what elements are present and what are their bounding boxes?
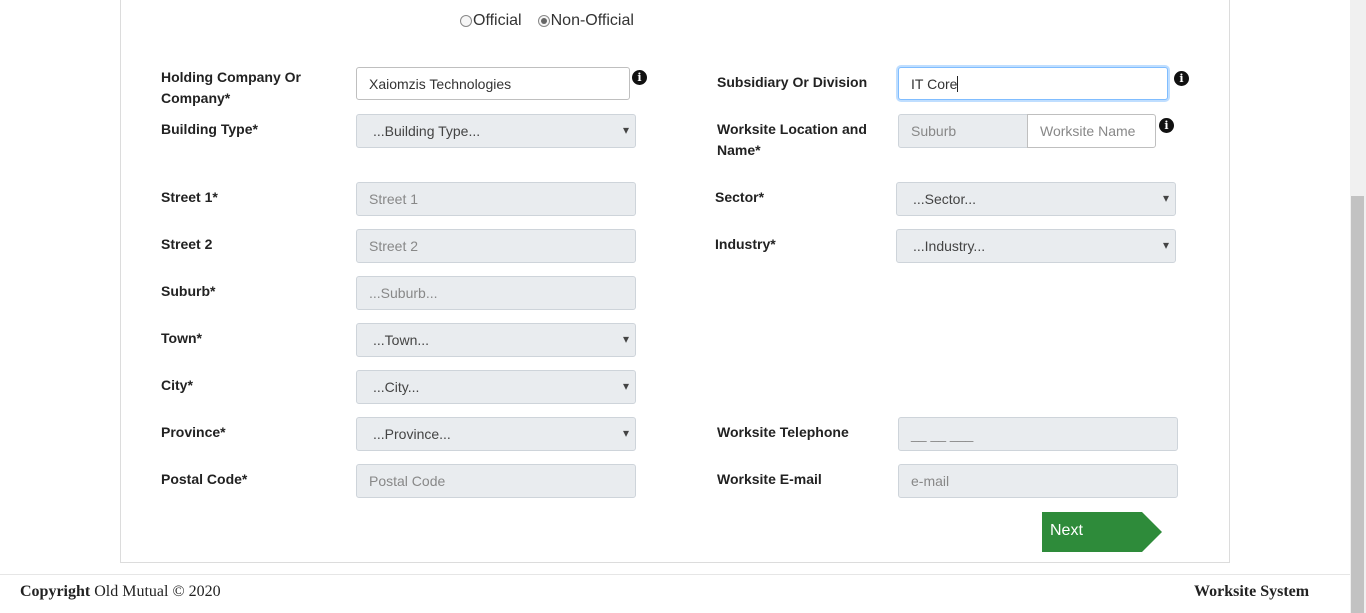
radio-unchecked-icon xyxy=(460,15,472,27)
sector-select[interactable]: ...Sector... xyxy=(896,182,1176,216)
industry-label: Industry* xyxy=(715,236,776,252)
worksite-location-label-line2: Name* xyxy=(717,142,761,158)
industry-select[interactable]: ...Industry... xyxy=(896,229,1176,263)
suburb-input[interactable]: ...Suburb... xyxy=(356,276,636,310)
official-type-radio-group: Official Non-Official xyxy=(460,12,650,30)
street1-label: Street 1* xyxy=(161,189,218,205)
radio-checked-icon xyxy=(537,15,550,27)
city-select[interactable]: ...City... xyxy=(356,370,636,404)
worksite-email-input[interactable]: e-mail xyxy=(898,464,1178,498)
footer-system-name: Worksite System xyxy=(1194,583,1310,600)
city-value: ...City... xyxy=(373,379,420,395)
street2-placeholder: Street 2 xyxy=(369,238,419,254)
footer: Copyright Old Mutual © 2020 Worksite Sys… xyxy=(0,574,1350,613)
province-select[interactable]: ...Province... xyxy=(356,417,636,451)
official-radio[interactable]: Official xyxy=(460,12,522,30)
footer-copyright: Copyright Old Mutual © 2020 xyxy=(20,583,221,601)
province-value: ...Province... xyxy=(373,426,451,442)
non-official-radio[interactable]: Non-Official xyxy=(537,12,634,30)
building-type-value: ...Building Type... xyxy=(373,123,481,139)
worksite-suburb-input[interactable]: Suburb xyxy=(898,114,1028,148)
worksite-name-placeholder: Worksite Name xyxy=(1040,123,1136,139)
worksite-location-info-icon[interactable]: i xyxy=(1159,118,1174,133)
street2-input[interactable]: Street 2 xyxy=(356,229,636,263)
industry-value: ...Industry... xyxy=(913,238,986,254)
postal-code-input[interactable]: Postal Code xyxy=(356,464,636,498)
holding-company-value: Xaiomzis Technologies xyxy=(369,75,512,92)
worksite-email-label: Worksite E-mail xyxy=(717,471,822,487)
subsidiary-value: IT Core xyxy=(911,75,958,92)
sector-value: ...Sector... xyxy=(913,191,977,207)
holding-company-label-line2: Company* xyxy=(161,90,231,106)
text-cursor xyxy=(957,75,959,92)
scrollbar-thumb[interactable] xyxy=(1351,196,1364,613)
holding-company-label: Holding Company Or Company* xyxy=(161,67,301,109)
worksite-location-label: Worksite Location and Name* xyxy=(717,119,867,161)
province-label: Province* xyxy=(161,424,226,440)
non-official-radio-label: Non-Official xyxy=(550,12,634,29)
subsidiary-label: Subsidiary Or Division xyxy=(717,74,868,90)
postal-code-placeholder: Postal Code xyxy=(369,473,446,489)
street1-placeholder: Street 1 xyxy=(369,191,419,207)
worksite-name-input[interactable]: Worksite Name xyxy=(1027,114,1156,148)
worksite-location-label-line1: Worksite Location and xyxy=(717,121,867,137)
building-type-label: Building Type* xyxy=(161,121,258,137)
sector-label: Sector* xyxy=(715,189,765,205)
holding-company-input[interactable]: Xaiomzis Technologies xyxy=(356,67,630,100)
worksite-email-placeholder: e-mail xyxy=(911,473,950,489)
subsidiary-info-icon[interactable]: i xyxy=(1174,71,1189,86)
town-value: ...Town... xyxy=(373,332,430,348)
worksite-telephone-input[interactable]: __ __ ___ xyxy=(898,417,1178,451)
town-label: Town* xyxy=(161,330,202,346)
city-label: City* xyxy=(161,377,193,393)
building-type-select[interactable]: ...Building Type... xyxy=(356,114,636,148)
next-button-label: Next xyxy=(1050,522,1083,539)
suburb-label: Suburb* xyxy=(161,283,216,299)
official-radio-label: Official xyxy=(473,12,522,29)
worksite-telephone-placeholder: __ __ ___ xyxy=(911,426,974,442)
suburb-placeholder: ...Suburb... xyxy=(369,285,438,301)
copyright-bold: Copyright xyxy=(20,583,91,600)
arrow-right-icon xyxy=(1142,512,1162,552)
holding-company-info-icon[interactable]: i xyxy=(632,70,647,85)
copyright-text: Old Mutual © 2020 xyxy=(90,583,221,600)
holding-company-label-line1: Holding Company Or xyxy=(161,69,301,85)
town-select[interactable]: ...Town... xyxy=(356,323,636,357)
worksite-telephone-label: Worksite Telephone xyxy=(717,424,849,440)
worksite-suburb-placeholder: Suburb xyxy=(911,123,957,139)
postal-code-label: Postal Code* xyxy=(161,471,248,487)
street2-label: Street 2 xyxy=(161,236,213,252)
next-button[interactable]: Next xyxy=(1042,512,1162,552)
subsidiary-input[interactable]: IT Core xyxy=(898,67,1168,100)
street1-input[interactable]: Street 1 xyxy=(356,182,636,216)
